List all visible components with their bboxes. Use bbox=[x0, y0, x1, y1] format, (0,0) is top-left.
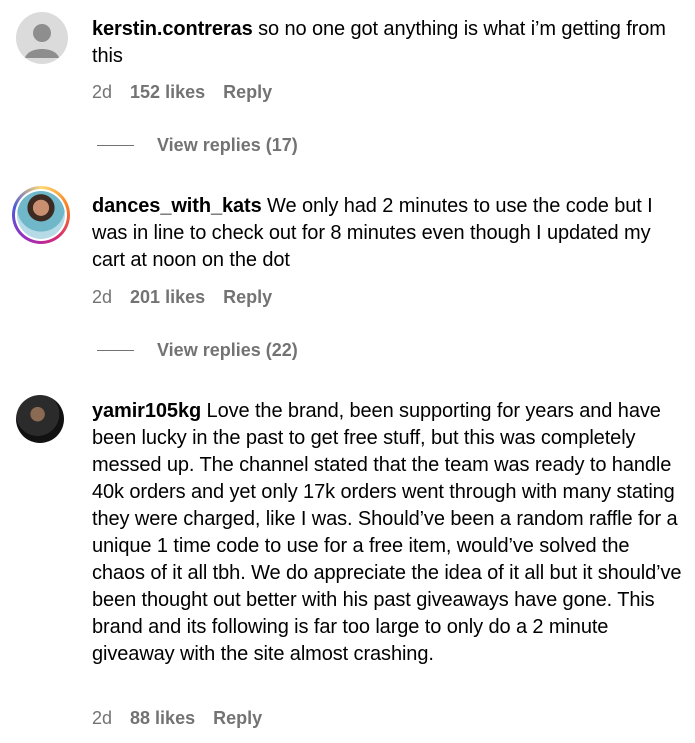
default-avatar-icon[interactable] bbox=[16, 12, 68, 64]
divider-line bbox=[97, 145, 134, 146]
comment-age: 2d bbox=[92, 82, 113, 102]
comment-username[interactable]: dances_with_kats bbox=[92, 195, 262, 217]
comment-body: dances_with_kats We only had 2 minutes t… bbox=[92, 193, 682, 274]
reply-button[interactable]: Reply bbox=[223, 287, 272, 308]
comment-likes[interactable]: 152 likes bbox=[130, 82, 205, 103]
comment-age: 2d bbox=[92, 287, 113, 307]
comment-likes[interactable]: 88 likes bbox=[130, 708, 195, 729]
comment-text: Love the brand, been supporting for year… bbox=[92, 400, 682, 665]
avatar-inner bbox=[15, 189, 67, 241]
photo-avatar[interactable] bbox=[16, 395, 64, 443]
comment-meta: 2d 88 likes Reply bbox=[92, 708, 262, 729]
reply-button[interactable]: Reply bbox=[223, 82, 272, 103]
view-replies-label: View replies (17) bbox=[157, 135, 298, 155]
comment-age: 2d bbox=[92, 708, 113, 728]
reply-button[interactable]: Reply bbox=[213, 708, 262, 729]
comment-body: kerstin.contreras so no one got anything… bbox=[92, 16, 682, 70]
comment-username[interactable]: kerstin.contreras bbox=[92, 18, 253, 40]
divider-line bbox=[97, 350, 134, 351]
comment-body: yamir105kg Love the brand, been supporti… bbox=[92, 398, 682, 668]
comment-meta: 2d 152 likes Reply bbox=[92, 82, 272, 103]
story-ring-avatar[interactable] bbox=[12, 186, 70, 244]
avatar-photo bbox=[17, 191, 65, 239]
comment-likes[interactable]: 201 likes bbox=[130, 287, 205, 308]
comment-username[interactable]: yamir105kg bbox=[92, 400, 201, 422]
view-replies-label: View replies (22) bbox=[157, 340, 298, 360]
view-replies-button[interactable]: View replies (22) bbox=[97, 340, 298, 361]
view-replies-button[interactable]: View replies (17) bbox=[97, 135, 298, 156]
comment-meta: 2d 201 likes Reply bbox=[92, 287, 272, 308]
